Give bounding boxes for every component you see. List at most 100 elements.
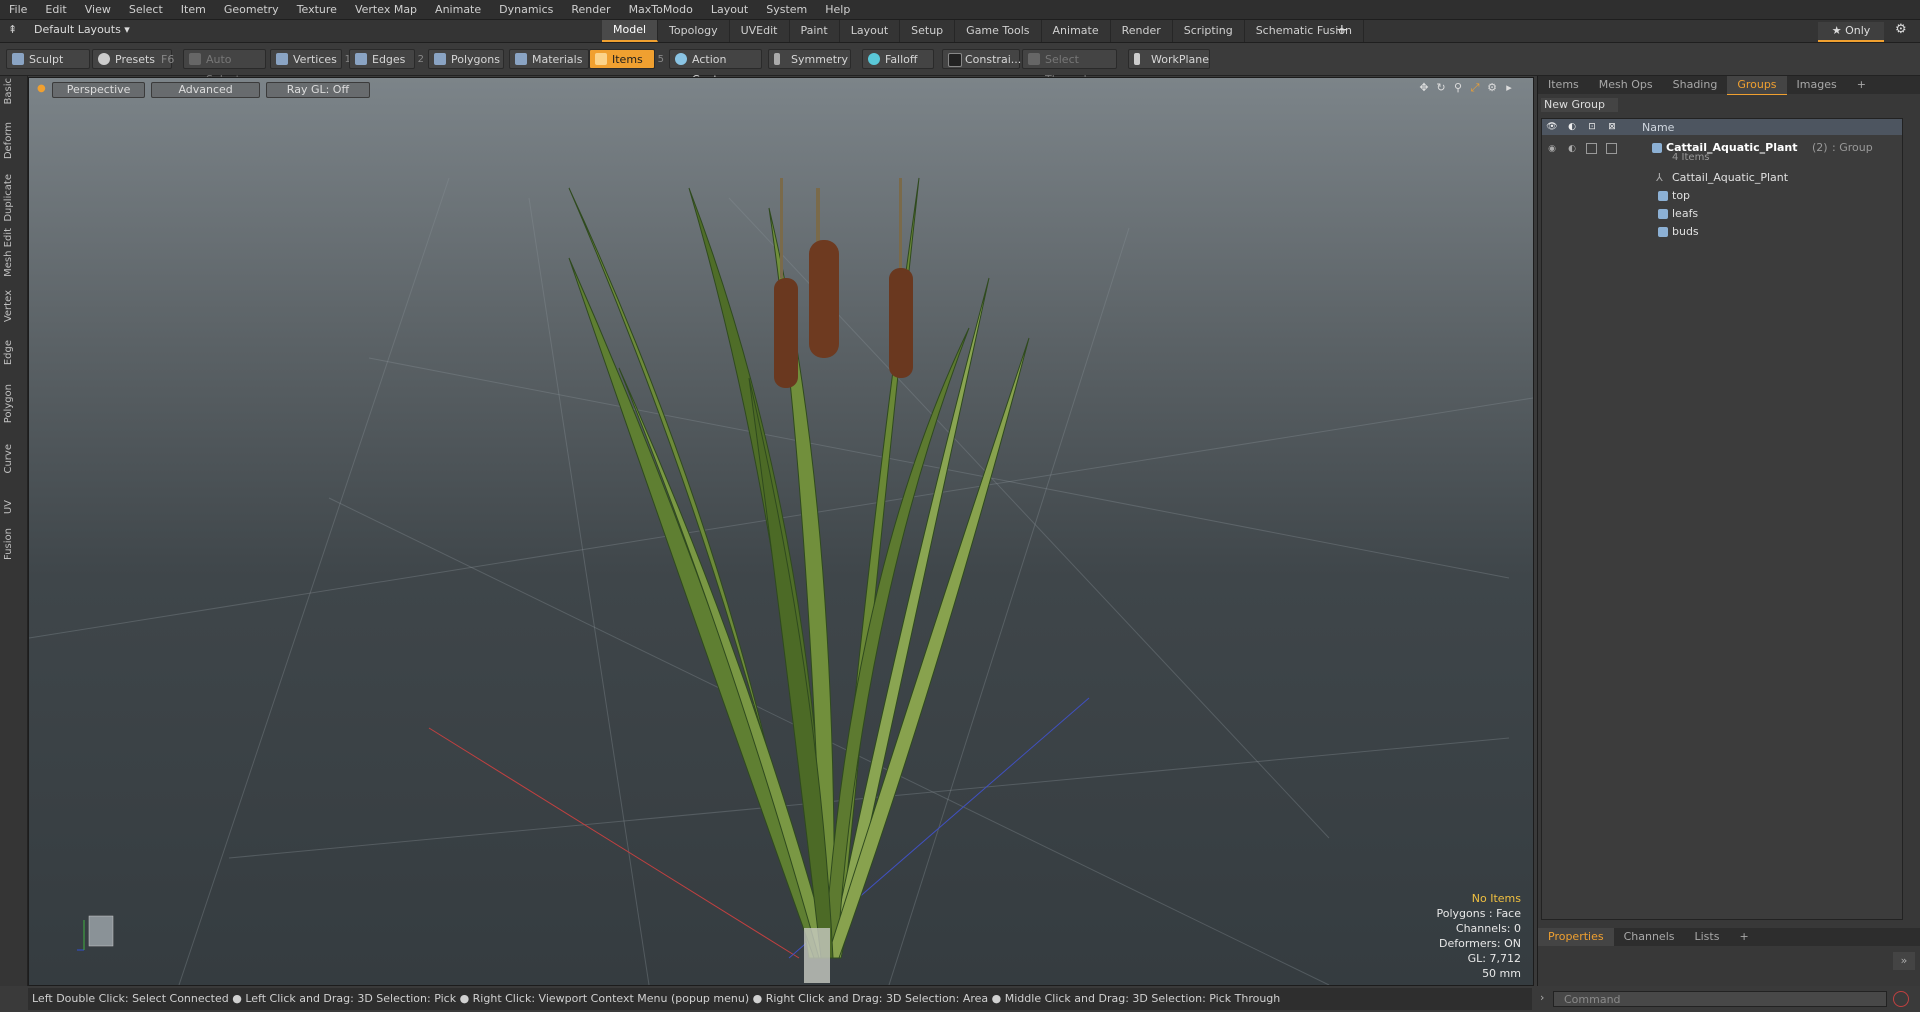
left-tab[interactable]: UV — [3, 500, 23, 514]
viewport-scene — [29, 177, 1533, 985]
properties-tab[interactable]: Lists — [1685, 928, 1730, 946]
menu-item[interactable]: File — [0, 3, 36, 16]
child-row[interactable]: leafs — [1542, 205, 1902, 223]
mode-tab[interactable]: Paint — [790, 20, 840, 42]
mode-tab[interactable]: Render — [1111, 20, 1173, 42]
menu-item[interactable]: Animate — [426, 3, 490, 16]
properties-tab[interactable]: + — [1729, 928, 1758, 946]
left-tab[interactable]: Fusion — [3, 528, 23, 560]
render-icon[interactable]: ◐ — [1566, 121, 1578, 133]
layout-selector[interactable]: Default Layouts ▾ — [34, 23, 130, 36]
3d-viewport[interactable]: ● Perspective Advanced Ray GL: Off ✥ ↻ ⚲… — [28, 77, 1534, 986]
right-panel-tab[interactable]: + — [1847, 76, 1876, 94]
constraints-button[interactable]: Constrai... — [942, 49, 1021, 69]
mesh-icon — [1658, 227, 1668, 237]
menu-item[interactable]: Texture — [288, 3, 346, 16]
left-tab[interactable]: Deform — [3, 122, 23, 159]
menu-item[interactable]: Help — [816, 3, 859, 16]
menu-item[interactable]: Item — [172, 3, 215, 16]
select-icon[interactable]: ⊠ — [1606, 121, 1618, 133]
record-icon[interactable] — [1893, 991, 1909, 1007]
right-panel-tabs: Items Mesh Ops Shading Groups Images + — [1538, 75, 1920, 95]
expand-arrow-icon[interactable]: ▸ — [1503, 82, 1515, 94]
lock-icon[interactable]: ⊡ — [1586, 121, 1598, 133]
mode-tab[interactable]: Game Tools — [955, 20, 1042, 42]
symmetry-button[interactable]: Symmetry — [768, 49, 851, 69]
menu-item[interactable]: Layout — [702, 3, 757, 16]
mode-tab[interactable]: Model — [602, 20, 659, 42]
child-row[interactable]: buds — [1542, 223, 1902, 241]
left-tab[interactable]: Basic — [3, 78, 23, 104]
axis-gizmo — [77, 915, 114, 951]
child-row[interactable]: ⅄ Cattail_Aquatic_Plant — [1542, 169, 1902, 187]
falloff-button[interactable]: Falloff — [862, 49, 934, 69]
menu-item[interactable]: View — [76, 3, 120, 16]
zoom-icon[interactable]: ⚲ — [1452, 82, 1464, 94]
right-panel-tab[interactable]: Images — [1787, 76, 1847, 94]
group-items-count-row: 4 Items — [1542, 152, 1902, 166]
rotate-icon[interactable]: ↻ — [1435, 82, 1447, 94]
child-row[interactable]: top — [1542, 187, 1902, 205]
menu-item[interactable]: System — [757, 3, 816, 16]
add-tab-icon[interactable]: + — [1336, 22, 1348, 38]
right-panel-tab[interactable]: Items — [1538, 76, 1589, 94]
mode-tab[interactable]: Layout — [840, 20, 901, 42]
polygons-button[interactable]: Polygons — [428, 49, 504, 69]
select-through-button[interactable]: Select Through — [1022, 49, 1117, 86]
left-tab[interactable]: Duplicate — [3, 174, 23, 222]
left-tab[interactable]: Mesh Edit — [3, 228, 23, 277]
materials-icon — [515, 53, 527, 65]
falloff-icon — [868, 53, 880, 65]
mesh-icon — [1658, 209, 1668, 219]
menu-item[interactable]: MaxToModo — [620, 3, 702, 16]
sculpt-button[interactable]: Sculpt — [6, 49, 90, 69]
viewport-settings-icon[interactable]: ⚙ — [1486, 82, 1498, 94]
mode-tab[interactable]: UVEdit — [730, 20, 790, 42]
mode-tab[interactable]: Setup — [900, 20, 956, 42]
only-button[interactable]: ★ Only — [1818, 22, 1884, 42]
auto-select-button[interactable]: Auto Select — [183, 49, 266, 86]
mode-tab[interactable]: Animate — [1042, 20, 1111, 42]
action-center-button[interactable]: Action Center — [669, 49, 762, 86]
presets-button[interactable]: Presets F6 — [92, 49, 174, 69]
menu-item[interactable]: Select — [120, 3, 172, 16]
child-name: buds — [1672, 225, 1699, 238]
right-panel-tab[interactable]: Groups — [1727, 75, 1787, 95]
pan-icon[interactable]: ✥ — [1418, 82, 1430, 94]
expand-icon[interactable]: » — [1893, 952, 1915, 970]
workplane-button[interactable]: WorkPlane — [1128, 49, 1210, 69]
presets-icon — [98, 53, 110, 65]
properties-tab[interactable]: Channels — [1614, 928, 1685, 946]
mode-tab[interactable]: Topology — [658, 20, 730, 42]
layout-arrow-icon[interactable]: ⇞ — [8, 23, 17, 36]
right-panel-tab[interactable]: Shading — [1663, 76, 1728, 94]
new-group-button[interactable]: New Group — [1541, 98, 1618, 112]
mode-tab[interactable]: Scripting — [1173, 20, 1245, 42]
command-input[interactable]: Command — [1553, 991, 1887, 1007]
shading-dropdown[interactable]: Advanced — [151, 82, 260, 98]
left-tab[interactable]: Curve — [3, 444, 23, 474]
left-tab[interactable]: Polygon — [3, 384, 23, 423]
vertices-button[interactable]: Vertices 1 — [270, 49, 351, 69]
left-tab[interactable]: Vertex — [3, 290, 23, 322]
menu-item[interactable]: Edit — [36, 3, 75, 16]
raygl-dropdown[interactable]: Ray GL: Off — [265, 82, 371, 98]
properties-tab[interactable]: Properties — [1538, 928, 1614, 946]
menu-item[interactable]: Vertex Map — [346, 3, 426, 16]
gear-icon[interactable]: ⚙ — [1895, 22, 1907, 37]
left-tool-tabs: Basic Deform Duplicate Mesh Edit Vertex Edge P… — [0, 76, 28, 986]
right-panel-tab[interactable]: Mesh Ops — [1589, 76, 1663, 94]
fit-icon[interactable]: ⤢ — [1469, 82, 1481, 94]
edges-button[interactable]: Edges 2 — [349, 49, 424, 69]
viewport-menu-icon[interactable]: ● — [37, 82, 46, 96]
menu-item[interactable]: Dynamics — [490, 3, 562, 16]
menu-item[interactable]: Render — [562, 3, 619, 16]
workplane-icon — [1134, 53, 1140, 65]
items-button[interactable]: Items 5 — [589, 49, 664, 69]
materials-button[interactable]: Materials — [509, 49, 589, 69]
menu-item[interactable]: Geometry — [215, 3, 288, 16]
visibility-icon[interactable]: 👁 — [1546, 121, 1558, 133]
left-tab[interactable]: Edge — [3, 340, 23, 365]
perspective-dropdown[interactable]: Perspective — [51, 82, 146, 98]
mesh-icon — [1658, 191, 1668, 201]
